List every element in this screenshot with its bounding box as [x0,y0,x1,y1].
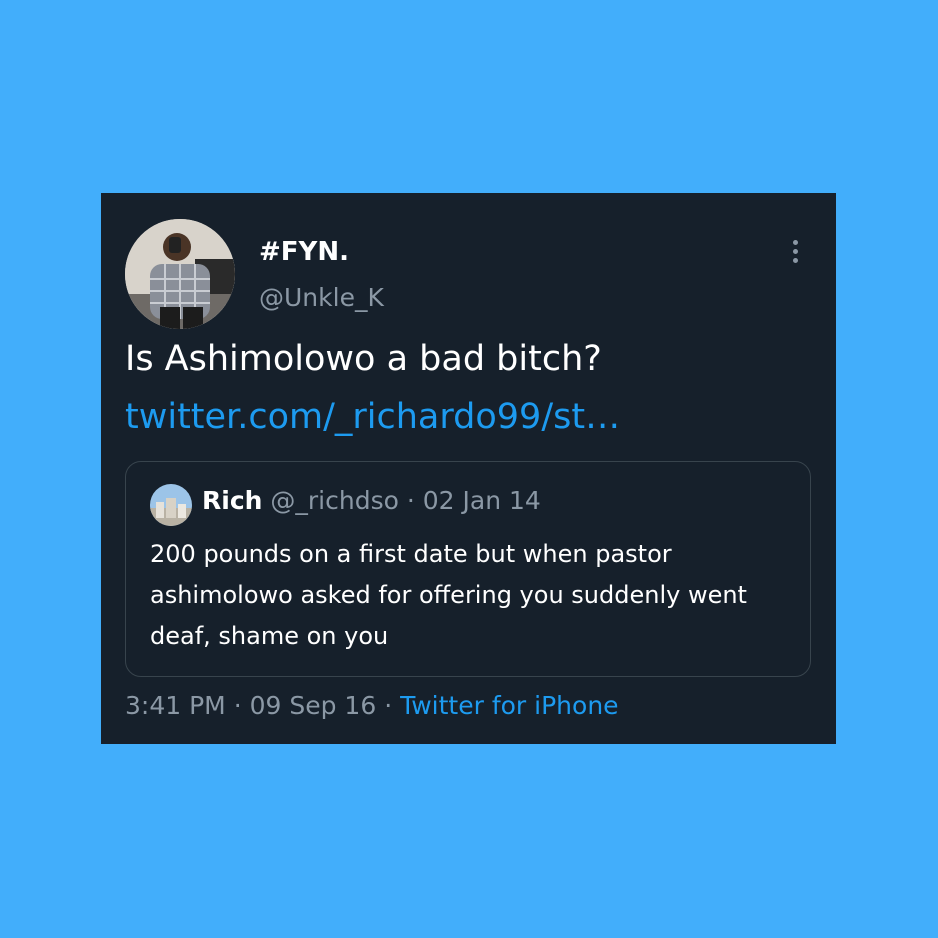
quote-text: 200 pounds on a first date but when past… [150,540,747,650]
more-vertical-icon[interactable] [783,237,807,269]
quote-separator: · [406,486,415,515]
quote-handle: @_richdso [270,486,399,515]
quoted-tweet[interactable]: Rich @_richdso · 02 Jan 14 200 pounds on… [125,461,811,677]
tweet-link[interactable]: twitter.com/_richardo99/st… [125,397,620,437]
tweet-text: Is Ashimolowo a bad bitch? [125,339,602,379]
display-name[interactable]: #FYN. [259,237,349,267]
avatar-photo [125,219,235,329]
meta-separator: · [233,691,242,720]
quote-header: Rich @_richdso · 02 Jan 14 [202,486,541,515]
quote-date: 02 Jan 14 [422,486,541,515]
tweet-date[interactable]: 09 Sep 16 [250,691,377,720]
tweet-meta: 3:41 PM · 09 Sep 16 · Twitter for iPhone [125,691,619,720]
user-handle[interactable]: @Unkle_K [259,283,384,312]
tweet-source-link[interactable]: Twitter for iPhone [400,691,618,720]
tweet-card: #FYN. @Unkle_K Is Ashimolowo a bad bitch… [101,193,836,744]
quote-avatar[interactable] [150,484,192,526]
meta-separator-2: · [384,691,393,720]
tweet-time[interactable]: 3:41 PM [125,691,226,720]
quote-name: Rich [202,486,263,515]
quote-avatar-photo [150,484,192,526]
avatar[interactable] [125,219,235,329]
